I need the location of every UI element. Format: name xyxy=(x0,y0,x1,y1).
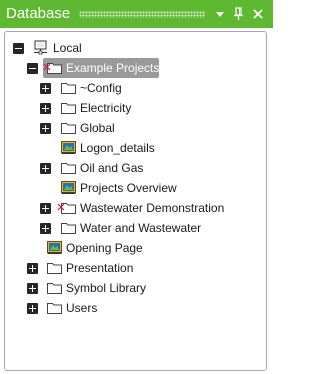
tree-node-label: Example Projects xyxy=(66,61,160,75)
expand-toggle[interactable] xyxy=(40,103,51,114)
tree-node-label: Logon_details xyxy=(80,141,155,155)
tree-node-projects-overview[interactable]: Projects Overview xyxy=(5,178,266,198)
tree-node-label: Global xyxy=(80,121,115,135)
folder-icon xyxy=(46,300,63,315)
database-panel: Database Local Example Projects ~Config … xyxy=(0,0,273,374)
tree-node-local[interactable]: Local xyxy=(5,38,266,58)
expand-toggle[interactable] xyxy=(40,203,51,214)
folder-icon xyxy=(60,100,77,115)
tree-node-opening-page[interactable]: Opening Page xyxy=(5,238,266,258)
tree-node-electricity[interactable]: Electricity xyxy=(5,98,266,118)
checked-out-marker-icon xyxy=(43,58,51,71)
tree-node-presentation[interactable]: Presentation xyxy=(5,258,266,278)
tree-node-label: Oil and Gas xyxy=(80,161,144,175)
collapse-toggle[interactable] xyxy=(27,63,38,74)
tree-node-label: Wastewater Demonstration xyxy=(80,201,225,215)
pin-icon xyxy=(231,6,245,22)
display-page-icon xyxy=(46,240,63,255)
expand-toggle[interactable] xyxy=(27,303,38,314)
expand-toggle[interactable] xyxy=(40,223,51,234)
panel-titlebar[interactable]: Database xyxy=(0,0,273,28)
titlebar-grip[interactable] xyxy=(79,11,205,18)
checked-out-marker-icon xyxy=(57,198,65,211)
tree-node-oil-and-gas[interactable]: Oil and Gas xyxy=(5,158,266,178)
close-icon xyxy=(251,6,265,22)
expand-toggle[interactable] xyxy=(40,123,51,134)
tree-node-example-projects[interactable]: Example Projects xyxy=(5,58,266,78)
display-page-icon xyxy=(60,180,77,195)
computer-icon xyxy=(32,40,49,55)
tree-node-water-and-wastewater[interactable]: Water and Wastewater xyxy=(5,218,266,238)
tree-node-users[interactable]: Users xyxy=(5,298,266,318)
tree-node-symbol-library[interactable]: Symbol Library xyxy=(5,278,266,298)
tree-node-label: Opening Page xyxy=(66,241,143,255)
expand-toggle[interactable] xyxy=(40,163,51,174)
tree-node-label: Local xyxy=(53,41,82,55)
folder-icon xyxy=(60,120,77,135)
tree-node-wastewater-demonstration[interactable]: Wastewater Demonstration xyxy=(5,198,266,218)
folder-icon xyxy=(60,80,77,95)
expand-toggle[interactable] xyxy=(27,283,38,294)
expand-toggle[interactable] xyxy=(27,263,38,274)
tree-node-label: Water and Wastewater xyxy=(80,221,202,235)
folder-icon xyxy=(60,160,77,175)
folder-icon xyxy=(60,220,77,235)
tree-node-label: Presentation xyxy=(66,261,134,275)
tree-node-label: ~Config xyxy=(80,81,122,95)
tree-node-label: Projects Overview xyxy=(80,181,177,195)
expand-toggle[interactable] xyxy=(40,83,51,94)
tree-node-label: Users xyxy=(66,301,98,315)
tree-node-label: Electricity xyxy=(80,101,132,115)
tree-node-label: Symbol Library xyxy=(66,281,147,295)
tree-node-global[interactable]: Global xyxy=(5,118,266,138)
display-page-icon xyxy=(60,140,77,155)
tree-node-config[interactable]: ~Config xyxy=(5,78,266,98)
folder-icon xyxy=(46,280,63,295)
dropdown-menu-button[interactable] xyxy=(213,6,227,22)
close-button[interactable] xyxy=(251,6,265,22)
chevron-down-icon xyxy=(213,6,227,22)
collapse-toggle[interactable] xyxy=(13,43,24,54)
tree-node-logon-details[interactable]: Logon_details xyxy=(5,138,266,158)
folder-icon xyxy=(46,260,63,275)
panel-title: Database xyxy=(6,5,71,22)
pin-button[interactable] xyxy=(231,6,245,22)
database-tree: Local Example Projects ~Config Electrici… xyxy=(4,31,267,371)
